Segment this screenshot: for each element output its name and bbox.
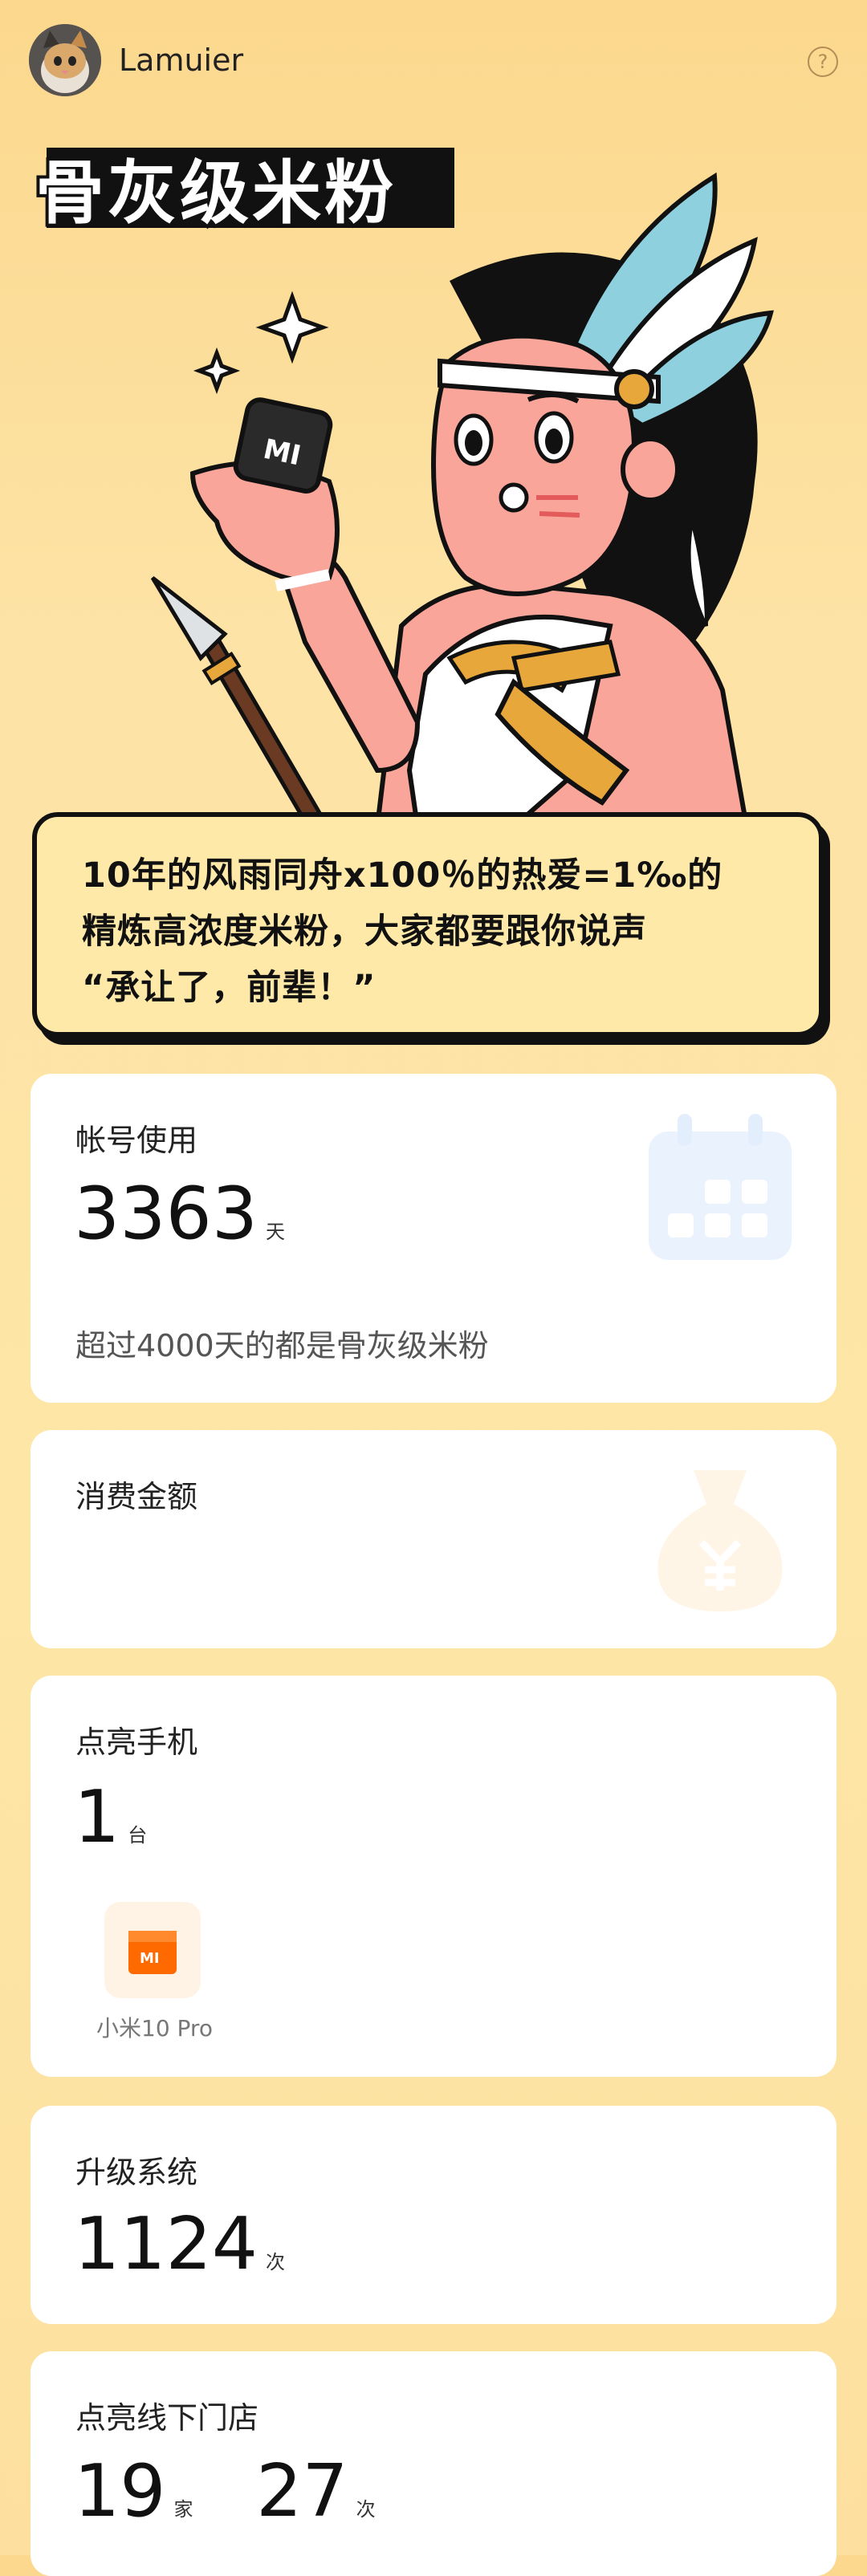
unit-label: 台 — [128, 1824, 148, 1847]
days-value: 3363 天 — [74, 1172, 286, 1256]
card-label: 消费金额 — [75, 1479, 198, 1514]
phone-count: 1台 — [74, 1775, 148, 1859]
sparkle-icon — [255, 291, 329, 364]
avatar[interactable] — [29, 24, 101, 96]
account-note: 超过4000天的都是骨灰级米粉 — [75, 1328, 489, 1363]
device-name: 小米10 Pro — [96, 2015, 213, 2042]
upgrade-count: 1124 次 — [74, 2202, 286, 2286]
help-icon[interactable]: ? — [808, 47, 838, 77]
unit-label: 天 — [266, 1221, 286, 1243]
unit-label: 次 — [356, 2498, 376, 2521]
unit-label: 次 — [266, 2251, 286, 2273]
card-label: 升级系统 — [75, 2155, 198, 2190]
calendar-icon — [649, 1114, 792, 1260]
card-spend-amount: 消费金额 — [31, 1430, 836, 1648]
money-bag-icon — [657, 1470, 783, 1611]
store-stats: 19 家 27 次 — [74, 2449, 376, 2533]
device-box-icon[interactable]: MI — [104, 1902, 201, 1998]
device-logo: MI — [140, 1950, 160, 1967]
card-system-upgrades: 升级系统 1124 次 — [31, 2106, 836, 2324]
card-phones-lit: 点亮手机 1台 MI 小米10 Pro — [31, 1676, 836, 2077]
sparkle-icon — [193, 347, 241, 395]
card-label: 点亮线下门店 — [75, 2400, 259, 2436]
speech-line: “承让了，前辈！” — [82, 968, 377, 1008]
user-header: Lamuier — [29, 24, 243, 96]
card-label: 点亮手机 — [75, 1725, 198, 1760]
unit-label: 家 — [173, 2498, 193, 2521]
card-label: 帐号使用 — [75, 1123, 198, 1158]
speech-line: 10年的风雨同舟x100％的热爱=1‰的 — [82, 855, 723, 896]
speech-line: 精炼高浓度米粉，大家都要跟你说声 — [82, 912, 647, 952]
card-account-usage: 帐号使用 3363 天 超过4000天的都是骨灰级米粉 — [31, 1074, 836, 1403]
hero-illustration: MI — [150, 172, 774, 827]
username: Lamuier — [119, 43, 244, 78]
praise-speech-box: 10年的风雨同舟x100％的热爱=1‰的 精炼高浓度米粉，大家都要跟你说声 “承… — [32, 812, 824, 1037]
card-offline-stores: 点亮线下门店 19 家 27 次 — [31, 2351, 836, 2576]
